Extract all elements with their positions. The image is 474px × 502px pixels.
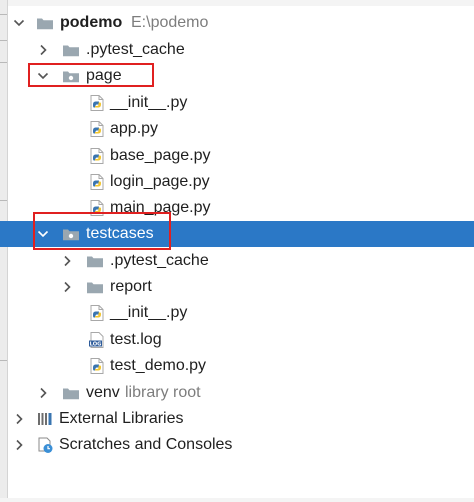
tree-node-page[interactable]: page <box>0 63 474 89</box>
project-name: podemo <box>60 14 123 31</box>
log-file-icon <box>88 331 106 349</box>
chevron-right-icon[interactable] <box>12 410 26 428</box>
python-file-icon <box>88 120 106 138</box>
chevron-right-icon[interactable] <box>12 436 26 454</box>
tree-node-label: page <box>86 67 122 84</box>
tree-node-label: base_page.py <box>110 147 211 164</box>
python-file-icon <box>88 357 106 375</box>
tree-node-external-libraries[interactable]: External Libraries <box>0 406 474 432</box>
tree-node-label: venv <box>86 384 120 401</box>
chevron-right-icon[interactable] <box>60 252 74 270</box>
chevron-down-icon[interactable] <box>36 225 50 243</box>
tree-node-file[interactable]: test.log <box>0 327 474 353</box>
libraries-icon <box>36 410 54 428</box>
panel-top-edge <box>8 0 474 6</box>
project-path: E:\podemo <box>131 14 209 31</box>
tree-node-label: report <box>110 278 152 295</box>
chevron-right-icon[interactable] <box>36 41 50 59</box>
tree-node-label: testcases <box>86 225 154 242</box>
tree-node-scratches[interactable]: Scratches and Consoles <box>0 432 474 458</box>
package-folder-icon <box>62 67 80 85</box>
tree-node-file[interactable]: test_demo.py <box>0 353 474 379</box>
python-file-icon <box>88 199 106 217</box>
folder-icon <box>36 14 54 32</box>
tree-node-report[interactable]: report <box>0 274 474 300</box>
python-file-icon <box>88 173 106 191</box>
chevron-down-icon[interactable] <box>12 14 26 32</box>
chevron-right-icon[interactable] <box>36 384 50 402</box>
folder-icon <box>62 384 80 402</box>
library-root-note: library root <box>125 384 201 401</box>
folder-icon <box>86 278 104 296</box>
python-file-icon <box>88 304 106 322</box>
tree-node-file[interactable]: base_page.py <box>0 143 474 169</box>
folder-icon <box>62 41 80 59</box>
tree-node-pytest-cache[interactable]: .pytest_cache <box>0 37 474 63</box>
chevron-right-icon[interactable] <box>60 278 74 296</box>
tree-node-label: app.py <box>110 120 159 137</box>
tree-node-project-root[interactable]: podemo E:\podemo <box>0 10 474 36</box>
tree-node-venv[interactable]: venv library root <box>0 380 474 406</box>
tree-node-label: .pytest_cache <box>110 252 209 269</box>
tree-node-file[interactable]: app.py <box>0 116 474 142</box>
folder-icon <box>86 252 104 270</box>
tree-node-label: login_page.py <box>110 173 210 190</box>
python-file-icon <box>88 94 106 112</box>
tree-node-file[interactable]: __init__.py <box>0 90 474 116</box>
python-file-icon <box>88 147 106 165</box>
tree-node-file[interactable]: login_page.py <box>0 169 474 195</box>
tree-node-label: Scratches and Consoles <box>59 436 233 453</box>
tree-node-label: .pytest_cache <box>86 41 185 58</box>
scratches-icon <box>36 436 54 454</box>
tree-node-testcases[interactable]: testcases <box>0 221 474 247</box>
tree-node-file[interactable]: main_page.py <box>0 195 474 221</box>
tree-node-pytest-cache[interactable]: .pytest_cache <box>0 248 474 274</box>
tree-node-label: test_demo.py <box>110 357 207 374</box>
tree-node-file[interactable]: __init__.py <box>0 300 474 326</box>
tree-node-label: External Libraries <box>59 410 184 427</box>
tree-node-label: main_page.py <box>110 199 211 216</box>
panel-bottom-edge <box>0 498 474 502</box>
chevron-down-icon[interactable] <box>36 67 50 85</box>
tree-node-label: __init__.py <box>110 94 188 111</box>
package-folder-icon <box>62 225 80 243</box>
tree-node-label: __init__.py <box>110 304 188 321</box>
tree-node-label: test.log <box>110 331 162 348</box>
